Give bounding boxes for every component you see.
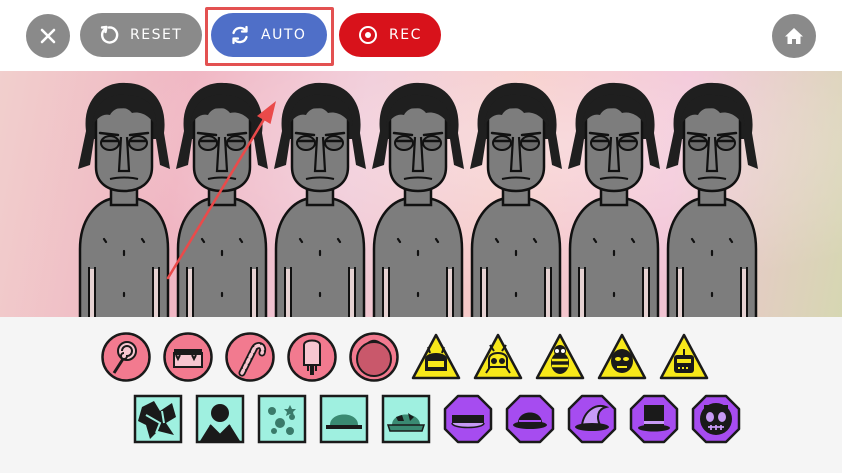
sound-slot-witch-hat-icon[interactable]: [566, 393, 618, 445]
reset-icon: [98, 24, 120, 46]
alien-face-icon: [597, 333, 647, 380]
home-button[interactable]: [772, 14, 816, 58]
sound-slot-cap-icon[interactable]: [318, 393, 370, 445]
sound-slot-candy-cane-icon[interactable]: [224, 331, 276, 383]
sound-slot-helmet-icon[interactable]: [410, 331, 462, 383]
helmet-icon: [411, 333, 461, 380]
home-icon: [785, 28, 803, 44]
game-screen: RESET AUTO REC: [0, 0, 842, 473]
top-hat-icon: [629, 394, 679, 444]
sound-slot-bug-mask-icon[interactable]: [472, 331, 524, 383]
shattered-icon: [133, 394, 183, 444]
sound-slot-robot-face-icon[interactable]: [658, 331, 710, 383]
sound-slot-headband-icon[interactable]: [442, 393, 494, 445]
toolbar: RESET AUTO REC: [0, 0, 842, 71]
record-icon: [357, 24, 379, 46]
skull-mask-icon: [691, 394, 741, 444]
reset-label: RESET: [130, 27, 183, 43]
witch-hat-icon: [567, 394, 617, 444]
bee-icon: [535, 333, 585, 380]
sound-slot-lollipop-icon[interactable]: [100, 331, 152, 383]
sound-slot-bee-icon[interactable]: [534, 331, 586, 383]
cake-icon: [163, 332, 213, 382]
character-3[interactable]: [270, 79, 370, 317]
character-5[interactable]: [466, 79, 566, 317]
gumball-icon: [349, 332, 399, 382]
sound-slot-popsicle-icon[interactable]: [286, 331, 338, 383]
sound-slot-cake-icon[interactable]: [162, 331, 214, 383]
sound-slot-top-hat-icon[interactable]: [628, 393, 680, 445]
bowler-hat-icon: [505, 394, 555, 444]
bug-mask-icon: [473, 333, 523, 380]
camo-cap-icon: [381, 394, 431, 444]
sound-slot-bubbles-icon[interactable]: [256, 393, 308, 445]
close-button[interactable]: [26, 14, 70, 58]
auto-label: AUTO: [261, 27, 307, 43]
bubbles-icon: [257, 394, 307, 444]
character-2[interactable]: [172, 79, 272, 317]
sound-slot-shattered-icon[interactable]: [132, 393, 184, 445]
character-6[interactable]: [564, 79, 664, 317]
character-7[interactable]: [662, 79, 762, 317]
sound-slot-bowler-hat-icon[interactable]: [504, 393, 556, 445]
sound-slot-camo-cap-icon[interactable]: [380, 393, 432, 445]
cap-icon: [319, 394, 369, 444]
sound-slot-skull-mask-icon[interactable]: [690, 393, 742, 445]
sound-slot-gumball-icon[interactable]: [348, 331, 400, 383]
lollipop-icon: [101, 332, 151, 382]
sound-slot-hooded-figure-icon[interactable]: [194, 393, 246, 445]
robot-face-icon: [659, 333, 709, 380]
stage: [0, 71, 842, 317]
auto-button[interactable]: AUTO: [211, 13, 327, 57]
headband-icon: [443, 394, 493, 444]
rec-button[interactable]: REC: [339, 13, 441, 57]
sound-tray: [0, 317, 842, 473]
sound-slot-alien-face-icon[interactable]: [596, 331, 648, 383]
reset-button[interactable]: RESET: [80, 13, 202, 57]
hooded-figure-icon: [195, 394, 245, 444]
rec-label: REC: [389, 27, 422, 43]
refresh-icon: [229, 24, 251, 46]
close-icon: [40, 28, 56, 44]
character-1[interactable]: [74, 79, 174, 317]
character-4[interactable]: [368, 79, 468, 317]
popsicle-icon: [287, 332, 337, 382]
candy-cane-icon: [225, 332, 275, 382]
